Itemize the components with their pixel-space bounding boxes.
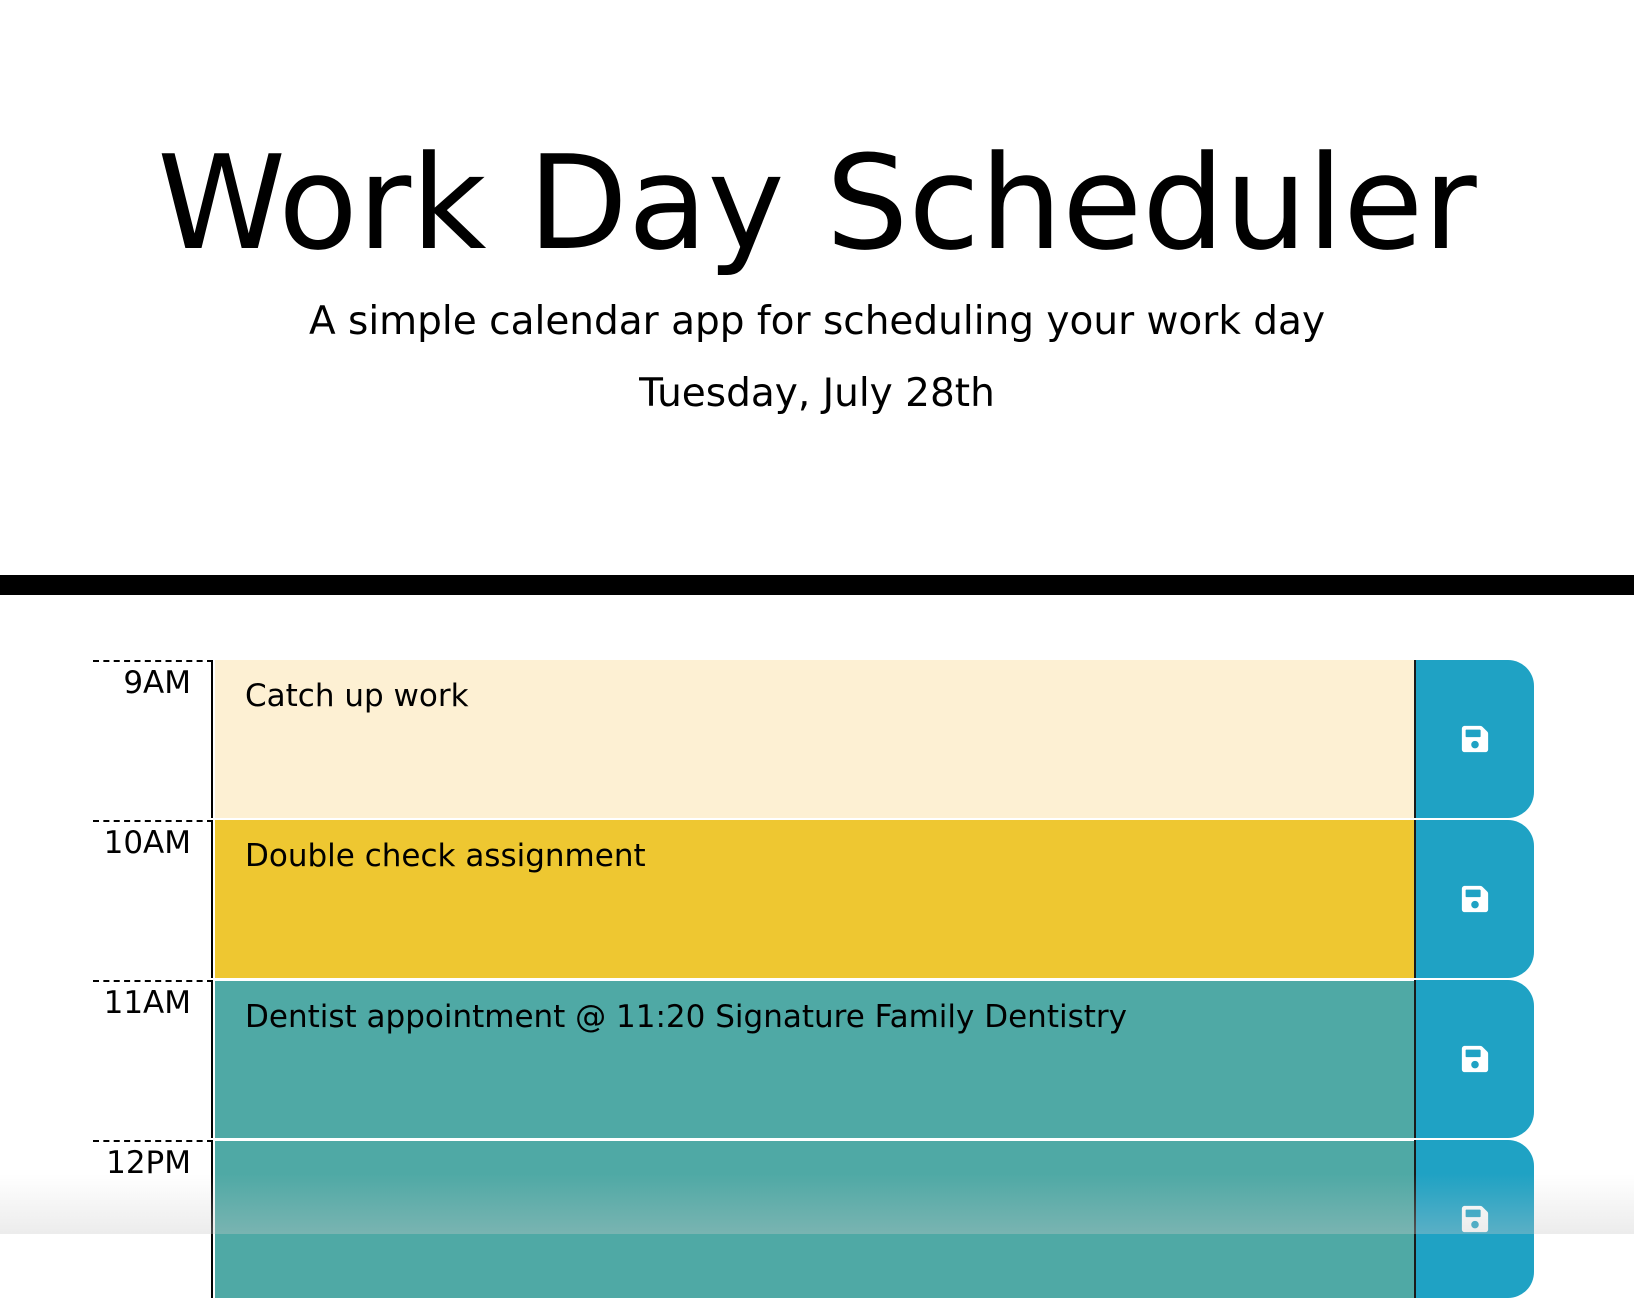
event-description-10am[interactable]: Double check assignment <box>215 820 1415 978</box>
header: Work Day Scheduler A simple calendar app… <box>0 0 1634 595</box>
hour-label: 12PM <box>93 1140 213 1298</box>
save-icon <box>1460 1044 1490 1074</box>
save-button-10am[interactable] <box>1414 820 1534 978</box>
save-button-11am[interactable] <box>1414 980 1534 1138</box>
hour-label: 9AM <box>93 660 213 818</box>
save-icon <box>1460 724 1490 754</box>
timeblock-11am: 11AM Dentist appointment @ 11:20 Signatu… <box>0 980 1634 1138</box>
hour-label: 10AM <box>93 820 213 978</box>
save-icon <box>1460 1204 1490 1234</box>
timeblock-9am: 9AM Catch up work <box>0 660 1634 818</box>
save-button-9am[interactable] <box>1414 660 1534 818</box>
timeblock-10am: 10AM Double check assignment <box>0 820 1634 978</box>
event-description-11am[interactable]: Dentist appointment @ 11:20 Signature Fa… <box>215 980 1415 1138</box>
hour-label: 11AM <box>93 980 213 1138</box>
event-description-12pm[interactable] <box>215 1140 1415 1298</box>
event-description-9am[interactable]: Catch up work <box>215 660 1415 818</box>
save-icon <box>1460 884 1490 914</box>
timeblock-12pm: 12PM <box>0 1140 1634 1298</box>
page-subtitle: A simple calendar app for scheduling you… <box>0 297 1634 347</box>
save-button-12pm[interactable] <box>1414 1140 1534 1298</box>
page-title: Work Day Scheduler <box>0 118 1634 288</box>
current-date: Tuesday, July 28th <box>0 369 1634 419</box>
